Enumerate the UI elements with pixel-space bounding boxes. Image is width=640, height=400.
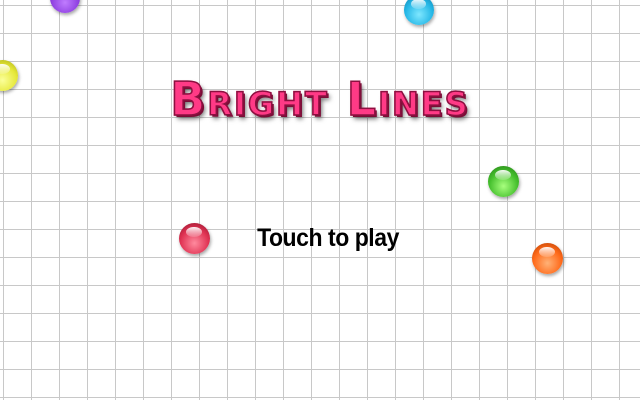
game-title-text: Bright Lines	[170, 71, 470, 127]
green-ball	[488, 166, 519, 197]
cyan-ball	[404, 0, 434, 25]
orange-ball	[532, 243, 563, 274]
red-ball	[179, 223, 210, 254]
touch-to-play-prompt[interactable]: Touch to play	[210, 224, 446, 253]
game-title: Bright Lines	[0, 71, 640, 127]
purple-ball	[50, 0, 80, 13]
game-screen[interactable]: Bright Lines Touch to play	[0, 0, 640, 400]
